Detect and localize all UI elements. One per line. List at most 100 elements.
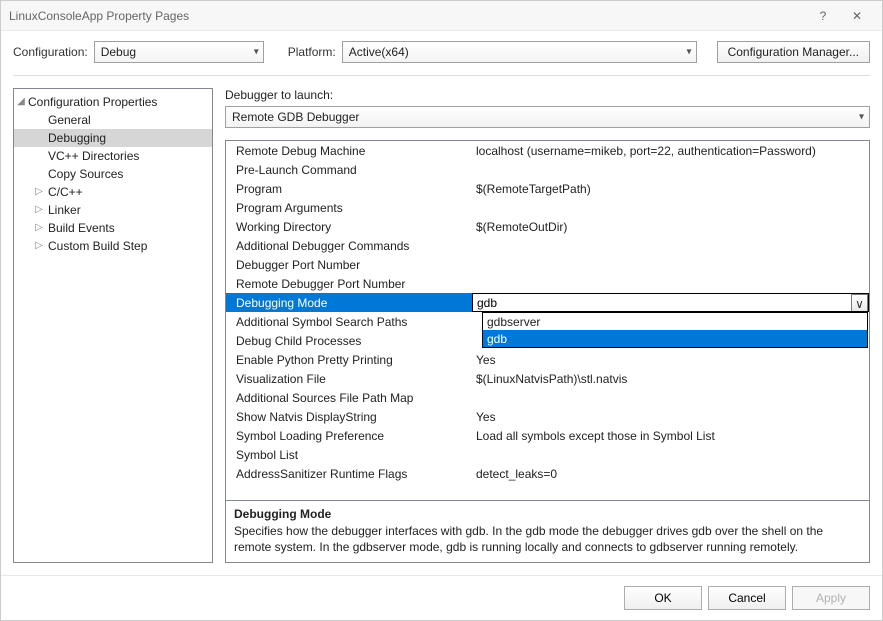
arrow-right-icon: ▷ — [34, 184, 44, 200]
property-label: Show Natvis DisplayString — [226, 410, 472, 424]
tree-root[interactable]: ◢Configuration Properties — [14, 93, 212, 111]
property-value[interactable]: detect_leaks=0 — [472, 467, 869, 481]
property-label: Debugger Port Number — [226, 258, 472, 272]
property-row[interactable]: Show Natvis DisplayStringYes — [226, 407, 869, 426]
chevron-down-icon: ▾ — [687, 47, 692, 58]
property-value-text: gdb — [477, 296, 497, 310]
tree-item-label: Build Events — [48, 221, 115, 235]
configuration-value: Debug — [101, 45, 136, 59]
property-row[interactable]: Program$(RemoteTargetPath) — [226, 179, 869, 198]
tree-item-label: C/C++ — [48, 185, 83, 199]
dropdown-option[interactable]: gdb — [483, 330, 867, 347]
property-value-text: Load all symbols except those in Symbol … — [476, 429, 715, 443]
dialog-window: LinuxConsoleApp Property Pages ? ✕ Confi… — [0, 0, 883, 621]
content-panel: Debugger to launch: Remote GDB Debugger … — [213, 88, 870, 563]
property-value[interactable]: $(RemoteTargetPath) — [472, 182, 869, 196]
tree-item[interactable]: ▷Build Events — [14, 219, 212, 237]
property-label: Symbol List — [226, 448, 472, 462]
debugger-to-launch-value: Remote GDB Debugger — [232, 110, 359, 124]
close-icon[interactable]: ✕ — [840, 2, 874, 30]
property-row[interactable]: Symbol Loading PreferenceLoad all symbol… — [226, 426, 869, 445]
property-row[interactable]: Remote Debugger Port Number — [226, 274, 869, 293]
property-label: Additional Sources File Path Map — [226, 391, 472, 405]
property-row[interactable]: Debugger Port Number — [226, 255, 869, 274]
chevron-down-icon: ▾ — [254, 47, 259, 58]
property-row[interactable]: Enable Python Pretty Printing Yes — [226, 350, 869, 369]
dropdown-button[interactable]: ∨ — [851, 294, 868, 312]
property-grid-rows[interactable]: Remote Debug Machine localhost (username=… — [226, 141, 869, 500]
tree-item-label: VC++ Directories — [48, 149, 139, 163]
property-row[interactable]: Program Arguments — [226, 198, 869, 217]
help-icon[interactable]: ? — [806, 2, 840, 30]
property-label: Working Directory — [226, 220, 472, 234]
dropdown-list[interactable]: gdbservergdb — [482, 312, 868, 348]
property-value[interactable]: Load all symbols except those in Symbol … — [472, 429, 869, 443]
dropdown-option[interactable]: gdbserver — [483, 313, 867, 330]
property-value[interactable]: $(RemoteOutDir) — [472, 220, 869, 234]
dialog-body: ◢Configuration Properties General Debuggin… — [1, 76, 882, 575]
property-row[interactable]: Working Directory $(RemoteOutDir) — [226, 217, 869, 236]
description-panel: Debugging Mode Specifies how the debugge… — [226, 500, 869, 562]
property-grid: Remote Debug Machine localhost (username=… — [225, 140, 870, 563]
platform-combo[interactable]: Active(x64) ▾ — [342, 41, 697, 63]
arrow-right-icon: ▷ — [34, 202, 44, 218]
tree-item-label: Copy Sources — [48, 167, 123, 181]
cancel-button[interactable]: Cancel — [708, 586, 786, 610]
property-value[interactable]: localhost (username=mikeb, port=22, auth… — [472, 144, 869, 158]
configuration-manager-label: Configuration Manager... — [728, 45, 859, 59]
platform-value: Active(x64) — [349, 45, 409, 59]
tree-item[interactable]: Copy Sources — [14, 165, 212, 183]
property-label: Enable Python Pretty Printing — [226, 353, 472, 367]
ok-button[interactable]: OK — [624, 586, 702, 610]
property-value-text: $(RemoteTargetPath) — [476, 182, 591, 196]
tree-item-label: Custom Build Step — [48, 239, 147, 253]
property-row[interactable]: Debugging Mode gdb ∨ — [226, 293, 869, 312]
tree-item[interactable]: Debugging — [14, 129, 212, 147]
property-label: Additional Symbol Search Paths — [226, 315, 472, 329]
property-value-text: localhost (username=mikeb, port=22, auth… — [476, 144, 816, 158]
property-row[interactable]: Remote Debug Machine localhost (username=… — [226, 141, 869, 160]
tree-item[interactable]: ▷ C/C++ — [14, 183, 212, 201]
configuration-manager-button[interactable]: Configuration Manager... — [717, 41, 870, 63]
chevron-down-icon: ▾ — [859, 112, 864, 123]
apply-button[interactable]: Apply — [792, 586, 870, 610]
tree-item[interactable]: General — [14, 111, 212, 129]
tree-item-label: General — [48, 113, 91, 127]
property-value-text: $(LinuxNatvisPath)\stl.natvis — [476, 372, 627, 386]
property-row[interactable]: Visualization File $(LinuxNatvisPath)\stl… — [226, 369, 869, 388]
property-row[interactable]: Additional Sources File Path Map — [226, 388, 869, 407]
property-label: Debugging Mode — [226, 296, 472, 310]
property-value-text: $(RemoteOutDir) — [476, 220, 567, 234]
property-value[interactable]: Yes — [472, 353, 869, 367]
property-value[interactable]: gdb ∨ — [472, 293, 869, 312]
tree-item[interactable]: ▷Linker — [14, 201, 212, 219]
property-row[interactable]: AddressSanitizer Runtime Flags detect_lea… — [226, 464, 869, 483]
debugger-to-launch-label: Debugger to launch: — [225, 88, 870, 102]
navigation-tree[interactable]: ◢Configuration Properties General Debuggin… — [13, 88, 213, 563]
property-label: AddressSanitizer Runtime Flags — [226, 467, 472, 481]
property-label: Debug Child Processes — [226, 334, 472, 348]
tree-item[interactable]: VC++ Directories — [14, 147, 212, 165]
configuration-label: Configuration: — [13, 45, 88, 59]
platform-label: Platform: — [288, 45, 336, 59]
property-label: Remote Debugger Port Number — [226, 277, 472, 291]
property-value[interactable]: Yes — [472, 410, 869, 424]
description-body: Specifies how the debugger interfaces wi… — [234, 523, 861, 555]
property-row[interactable]: Additional Debugger Commands — [226, 236, 869, 255]
debugger-to-launch-combo[interactable]: Remote GDB Debugger ▾ — [225, 106, 870, 128]
property-row[interactable]: Symbol List — [226, 445, 869, 464]
dialog-footer: OK Cancel Apply — [1, 575, 882, 620]
titlebar: LinuxConsoleApp Property Pages ? ✕ — [1, 1, 882, 31]
property-label: Pre-Launch Command — [226, 163, 472, 177]
tree-item[interactable]: ▷Custom Build Step — [14, 237, 212, 255]
arrow-down-icon: ◢ — [16, 94, 26, 110]
property-label: Visualization File — [226, 372, 472, 386]
property-value-text: Yes — [476, 353, 496, 367]
property-row[interactable]: Pre-Launch Command — [226, 160, 869, 179]
config-toolbar: Configuration: Debug ▾ Platform: Active(… — [1, 31, 882, 65]
property-value-text: detect_leaks=0 — [476, 467, 557, 481]
window-title: LinuxConsoleApp Property Pages — [9, 9, 806, 23]
configuration-combo[interactable]: Debug ▾ — [94, 41, 264, 63]
property-value[interactable]: $(LinuxNatvisPath)\stl.natvis — [472, 372, 869, 386]
property-label: Remote Debug Machine — [226, 144, 472, 158]
